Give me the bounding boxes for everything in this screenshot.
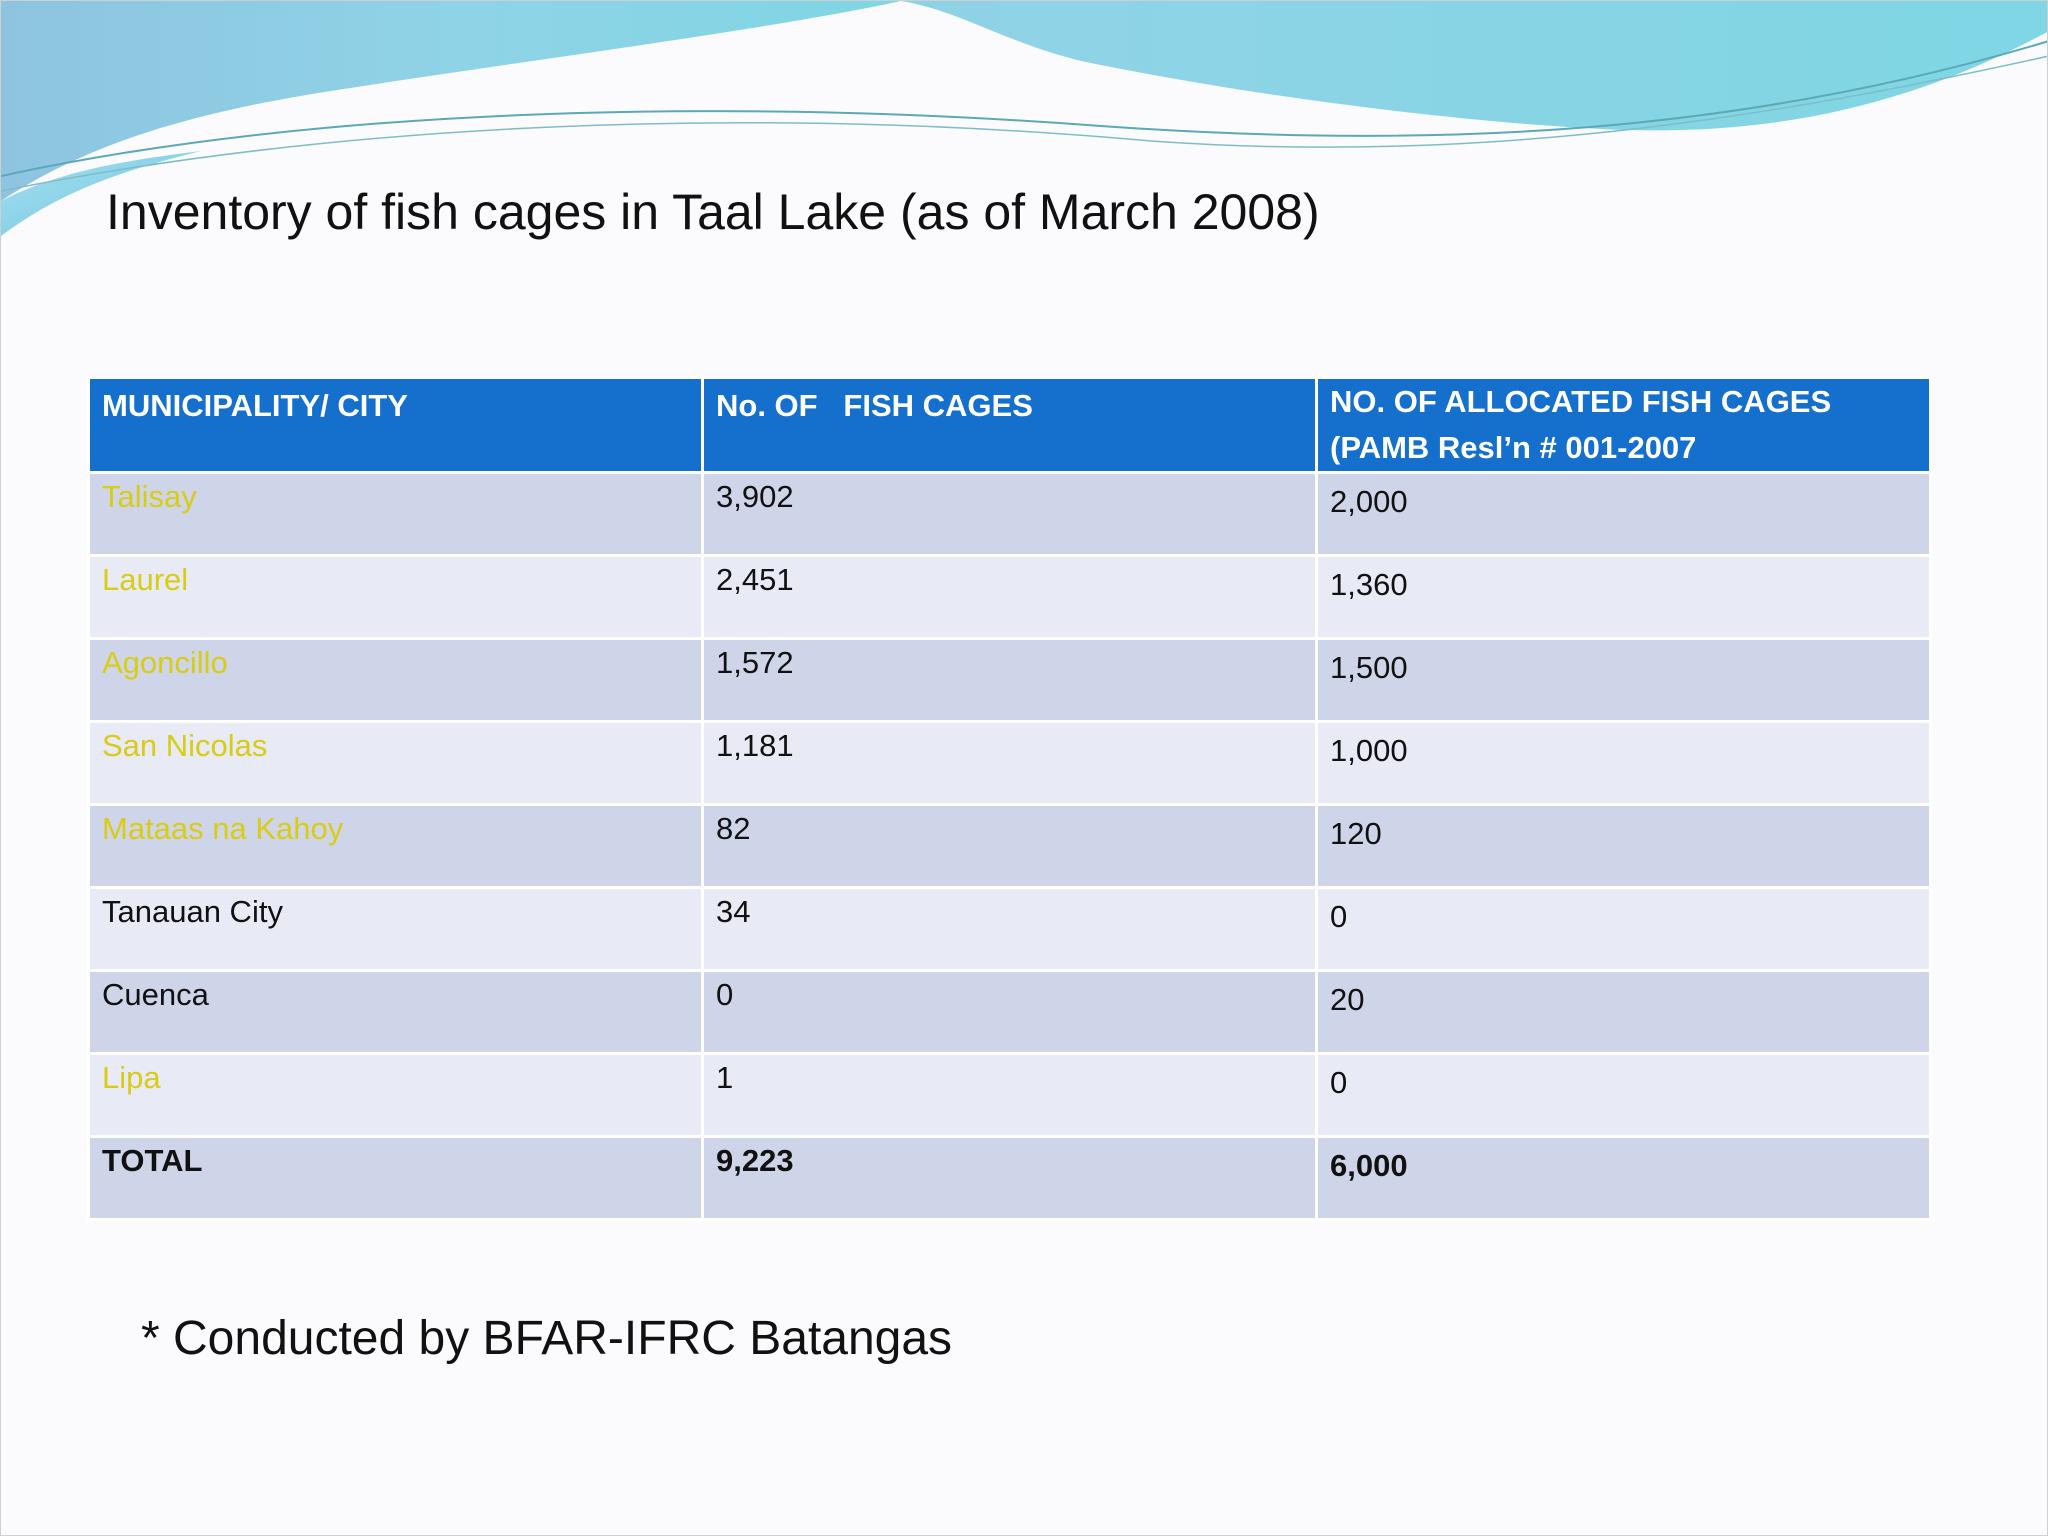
- table-total-row: TOTAL 9,223 6,000: [87, 1135, 1932, 1221]
- allocated-cell: 20: [1315, 969, 1932, 1055]
- fish-cages-cell: 3,902: [701, 471, 1318, 557]
- allocated-cell: 120: [1315, 803, 1932, 889]
- municipality-cell: Mataas na Kahoy: [87, 803, 704, 889]
- municipality-cell: Talisay: [87, 471, 704, 557]
- table-row: Mataas na Kahoy 82 120: [87, 803, 1932, 889]
- municipality-cell: Agoncillo: [87, 637, 704, 723]
- fish-cages-cell: 1,572: [701, 637, 1318, 723]
- column-header-municipality: MUNICIPALITY/ CITY: [87, 376, 704, 474]
- municipality-cell: Laurel: [87, 554, 704, 640]
- table-row: Agoncillo 1,572 1,500: [87, 637, 1932, 723]
- table-row: Lipa 1 0: [87, 1052, 1932, 1138]
- fish-cages-cell: 1: [701, 1052, 1318, 1138]
- municipality-cell: San Nicolas: [87, 720, 704, 806]
- column-header-fish-cages: No. OF FISH CAGES: [701, 376, 1318, 474]
- total-fish-cages-cell: 9,223: [701, 1135, 1318, 1221]
- table-row: San Nicolas 1,181 1,000: [87, 720, 1932, 806]
- municipality-cell: Cuenca: [87, 969, 704, 1055]
- table-row: Talisay 3,902 2,000: [87, 471, 1932, 557]
- fish-cages-cell: 1,181: [701, 720, 1318, 806]
- total-label-cell: TOTAL: [87, 1135, 704, 1221]
- allocated-cell: 0: [1315, 886, 1932, 972]
- allocated-cell: 1,000: [1315, 720, 1932, 806]
- allocated-cell: 1,360: [1315, 554, 1932, 640]
- fish-cages-cell: 2,451: [701, 554, 1318, 640]
- fish-cages-cell: 82: [701, 803, 1318, 889]
- column-header-allocated: NO. OF ALLOCATED FISH CAGES (PAMB Resl’n…: [1315, 376, 1932, 474]
- table-row: Laurel 2,451 1,360: [87, 554, 1932, 640]
- slide-title: Inventory of fish cages in Taal Lake (as…: [106, 184, 1320, 240]
- fish-cages-cell: 34: [701, 886, 1318, 972]
- footnote: * Conducted by BFAR-IFRC Batangas: [141, 1312, 953, 1365]
- allocated-cell: 0: [1315, 1052, 1932, 1138]
- table-row: Tanauan City 34 0: [87, 886, 1932, 972]
- total-allocated-cell: 6,000: [1315, 1135, 1932, 1221]
- municipality-cell: Tanauan City: [87, 886, 704, 972]
- allocated-cell: 2,000: [1315, 471, 1932, 557]
- municipality-cell: Lipa: [87, 1052, 704, 1138]
- slide: Inventory of fish cages in Taal Lake (as…: [0, 0, 2048, 1536]
- fish-cage-inventory-table: MUNICIPALITY/ CITY No. OF FISH CAGES NO.…: [87, 376, 1932, 1221]
- table-row: Cuenca 0 20: [87, 969, 1932, 1055]
- table-header-row: MUNICIPALITY/ CITY No. OF FISH CAGES NO.…: [87, 376, 1932, 474]
- allocated-cell: 1,500: [1315, 637, 1932, 723]
- fish-cages-cell: 0: [701, 969, 1318, 1055]
